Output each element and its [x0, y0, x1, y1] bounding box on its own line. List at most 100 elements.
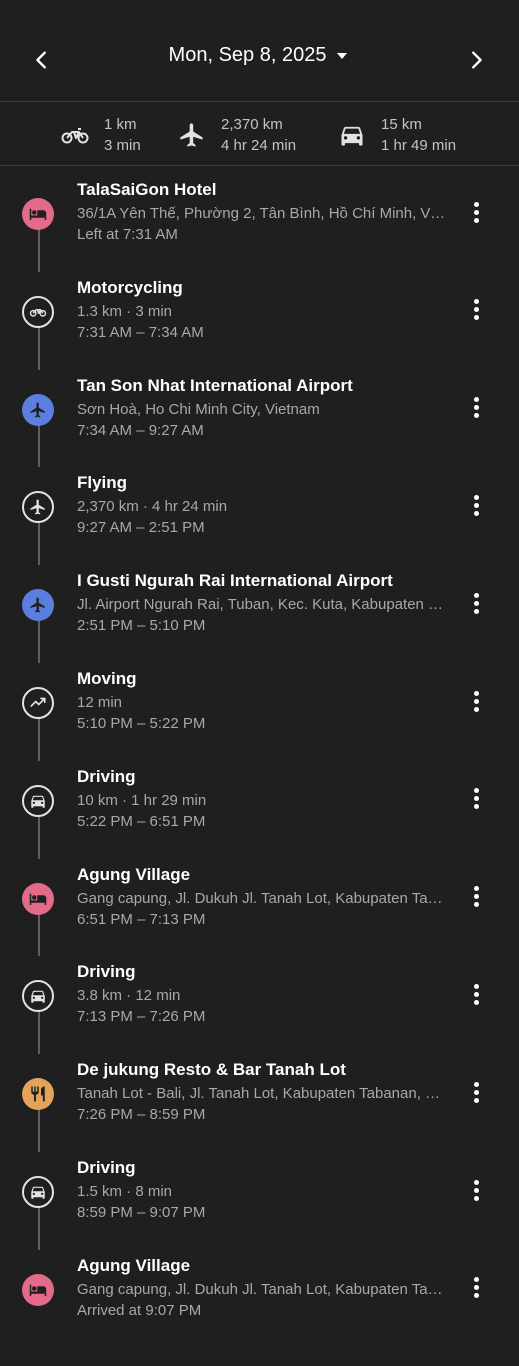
timeline-item[interactable]: Agung Village Gang capung, Jl. Dukuh Jl. … [0, 1256, 519, 1354]
item-time: 8:59 PM – 9:07 PM [77, 1204, 206, 1221]
airplane-icon [22, 589, 54, 622]
timeline-item[interactable]: Driving 10 km · 1 hr 29 min 5:22 PM – 6:51… [0, 767, 519, 865]
more-vert-icon-dot [473, 804, 479, 810]
item-detail: Jl. Airport Ngurah Rai, Tuban, Kec. Kuta… [77, 596, 447, 614]
more-options-button[interactable] [463, 490, 489, 520]
hotel-icon [22, 1273, 54, 1306]
more-options-button[interactable] [463, 295, 489, 325]
more-vert-icon-dot [473, 1293, 479, 1299]
item-title: Driving [77, 1158, 136, 1177]
timeline-item[interactable]: Motorcycling 1.3 km · 3 min 7:31 AM – 7:34… [0, 278, 519, 376]
more-vert-icon-dot [473, 1187, 479, 1193]
more-options-button[interactable] [463, 588, 489, 618]
more-vert-icon-dot [473, 608, 479, 614]
item-time: 7:34 AM – 9:27 AM [77, 421, 204, 439]
trending-icon [22, 687, 54, 719]
airplane-icon [22, 393, 54, 426]
more-vert-icon-dot [473, 796, 479, 802]
car-icon [337, 120, 367, 150]
item-detail: 12 min [77, 694, 123, 711]
item-time: Left at 7:31 AM [77, 226, 178, 243]
item-detail: 10 km · 1 hr 29 min [77, 791, 207, 809]
more-options-button[interactable] [463, 784, 489, 814]
more-vert-icon-dot [473, 983, 479, 989]
item-title: Tan Son Nhat International Airport [77, 375, 353, 395]
item-time: 2:51 PM – 5:10 PM [77, 617, 206, 635]
summary-motorcycle: 1 km 3 min [60, 114, 141, 156]
timeline-item[interactable]: Driving 3.8 km · 12 min 7:13 PM – 7:26 PM [0, 962, 519, 1060]
item-title: Driving [77, 766, 136, 786]
more-vert-icon-dot [473, 788, 479, 794]
item-detail: Gang capung, Jl. Dukuh Jl. Tanah Lot, Ka… [77, 889, 447, 907]
more-options-button[interactable] [463, 979, 489, 1009]
item-time: 9:27 AM – 2:51 PM [77, 519, 205, 537]
item-title: Agung Village [77, 864, 191, 884]
more-vert-icon-dot [473, 1277, 479, 1283]
item-detail: 3.8 km · 12 min [77, 987, 181, 1005]
more-vert-icon-dot [473, 1285, 479, 1291]
more-options-button[interactable] [463, 686, 489, 716]
item-title: Moving [77, 669, 137, 688]
timeline-item[interactable]: Moving 12 min 5:10 PM – 5:22 PM [0, 669, 519, 767]
date-header: Mon, Sep 8, 2025 [0, 0, 519, 102]
item-title: De jukung Resto & Bar Tanah Lot [77, 1060, 346, 1080]
more-vert-icon-dot [473, 894, 479, 900]
item-detail: Gang capung, Jl. Dukuh Jl. Tanah Lot, Ka… [77, 1280, 447, 1298]
summary-distance: 2,370 km [221, 116, 283, 133]
hotel-icon [22, 882, 54, 915]
motorcycle-icon [60, 120, 90, 150]
timeline-item[interactable]: Tan Son Nhat International Airport Sơn Ho… [0, 376, 519, 474]
more-vert-icon-dot [473, 1089, 479, 1095]
date-selector[interactable]: Mon, Sep 8, 2025 [0, 44, 519, 67]
timeline-item[interactable]: TalaSaiGon Hotel 36/1A Yên Thế, Phường 2,… [0, 180, 519, 278]
airplane-icon [177, 120, 207, 150]
timeline-item[interactable]: Agung Village Gang capung, Jl. Dukuh Jl. … [0, 865, 519, 963]
more-vert-icon-dot [473, 299, 479, 305]
summary-distance: 1 km [104, 116, 137, 133]
more-vert-icon-dot [473, 698, 479, 704]
summary-distance: 15 km [381, 116, 422, 133]
more-vert-icon-dot [473, 502, 479, 508]
more-options-button[interactable] [463, 1077, 489, 1107]
summary-flight: 2,370 km 4 hr 24 min [177, 114, 296, 156]
item-title: I Gusti Ngurah Rai International Airport [77, 571, 393, 591]
next-day-button[interactable] [458, 42, 494, 78]
more-options-button[interactable] [463, 1273, 489, 1303]
more-options-button[interactable] [463, 1175, 489, 1205]
timeline-item[interactable]: I Gusti Ngurah Rai International Airport… [0, 571, 519, 669]
item-detail: 2,370 km · 4 hr 24 min [77, 498, 228, 516]
timeline-item[interactable]: Flying 2,370 km · 4 hr 24 min 9:27 AM – 2:… [0, 473, 519, 571]
more-vert-icon-dot [473, 690, 479, 696]
item-title: Flying [77, 473, 128, 493]
timeline-item[interactable]: Driving 1.5 km · 8 min 8:59 PM – 9:07 PM [0, 1158, 519, 1256]
more-vert-icon-dot [473, 201, 479, 207]
more-options-button[interactable] [463, 882, 489, 912]
more-options-button[interactable] [463, 393, 489, 423]
chevron-right-icon [472, 51, 482, 69]
more-vert-icon-dot [473, 413, 479, 419]
more-vert-icon-dot [473, 1081, 479, 1087]
more-vert-icon-dot [473, 494, 479, 500]
more-vert-icon-dot [473, 1179, 479, 1185]
item-title: Agung Village [77, 1255, 191, 1275]
more-vert-icon-dot [473, 209, 479, 215]
more-vert-icon-dot [473, 307, 479, 313]
restaurant-icon [22, 1078, 54, 1111]
more-vert-icon-dot [473, 600, 479, 606]
motorcycle-icon [22, 295, 54, 328]
more-vert-icon-dot [473, 510, 479, 516]
more-vert-icon-dot [473, 991, 479, 997]
car-icon [22, 784, 54, 817]
more-options-button[interactable] [463, 197, 489, 227]
item-detail: Sơn Hoà, Ho Chi Minh City, Vietnam [77, 400, 320, 418]
more-vert-icon-dot [473, 902, 479, 908]
car-icon [22, 1176, 54, 1208]
summary-duration: 4 hr 24 min [221, 137, 297, 154]
item-time: 6:51 PM – 7:13 PM [77, 910, 206, 928]
item-time: 7:26 PM – 8:59 PM [77, 1106, 206, 1124]
item-time: Arrived at 9:07 PM [77, 1301, 202, 1319]
more-vert-icon-dot [473, 397, 479, 403]
timeline-item[interactable]: De jukung Resto & Bar Tanah Lot Tanah Lot… [0, 1060, 519, 1158]
item-time: 7:31 AM – 7:34 AM [77, 323, 204, 341]
item-time: 5:10 PM – 5:22 PM [77, 715, 206, 732]
